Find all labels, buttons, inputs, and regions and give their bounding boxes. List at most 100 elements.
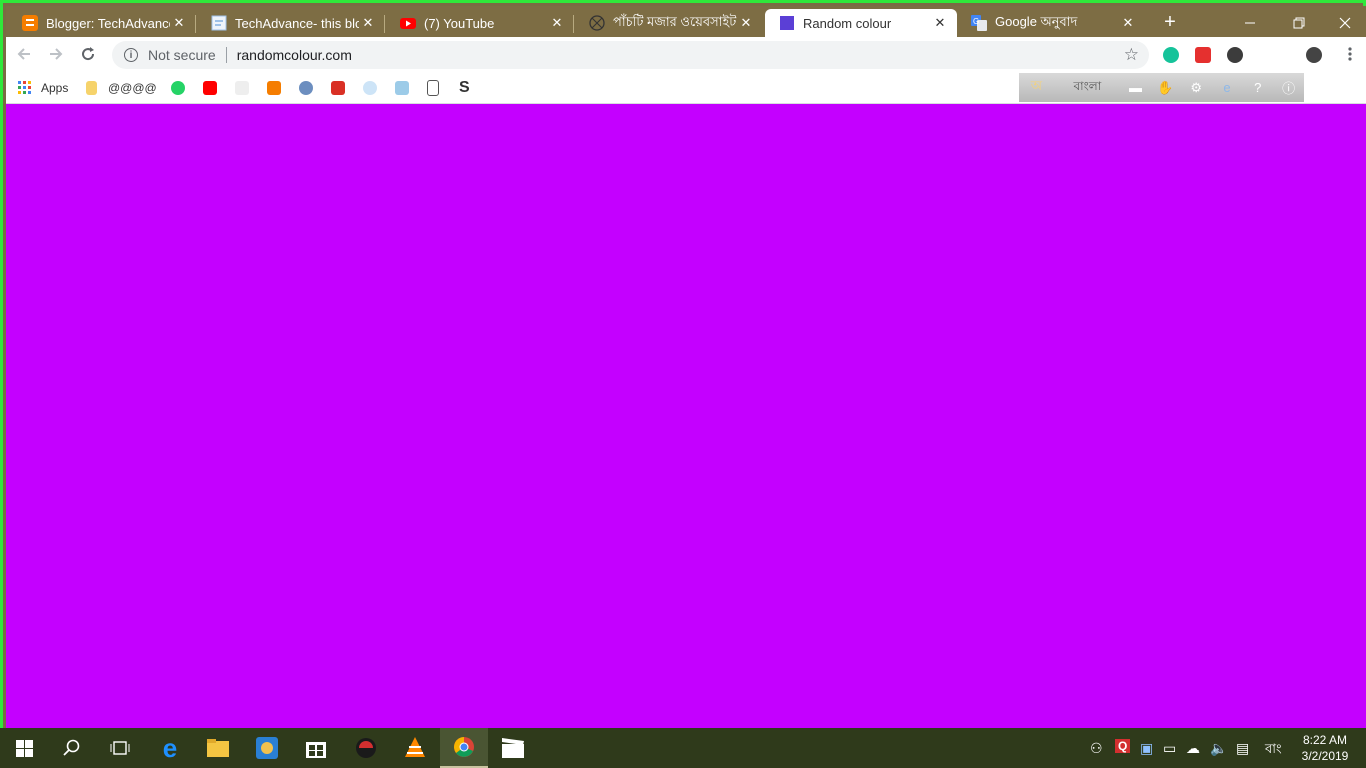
close-icon[interactable]: ✕: [739, 16, 753, 30]
close-icon[interactable]: ✕: [550, 16, 564, 30]
game-app-icon[interactable]: [342, 728, 390, 768]
tab-title: Google অনুবাদ: [995, 13, 1078, 29]
url-text[interactable]: randomcolour.com: [237, 47, 352, 63]
notifications-icon[interactable]: ▤: [1236, 740, 1249, 757]
tray-app-icon[interactable]: ▣: [1140, 740, 1153, 757]
onedrive-icon[interactable]: ☁: [1186, 740, 1200, 757]
tab-separator: [573, 15, 574, 33]
store-icon[interactable]: [292, 728, 340, 768]
tab-strip: Blogger: TechAdvance- ✕ TechAdvance- thi…: [6, 6, 1366, 37]
ie-icon[interactable]: e: [1212, 80, 1243, 95]
q-app-icon[interactable]: Q: [1115, 739, 1131, 753]
menu-icon[interactable]: [1340, 45, 1360, 65]
bookmark-acrobat[interactable]: [331, 80, 345, 96]
task-view-icon[interactable]: [96, 728, 144, 768]
bookmark-circle[interactable]: [363, 80, 377, 96]
tab-websites[interactable]: পাঁচটি মজার ওয়েবসাইট ✕: [575, 9, 763, 37]
browser-window: Blogger: TechAdvance- ✕ TechAdvance- thi…: [0, 0, 1366, 728]
bookmark-sst[interactable]: [235, 80, 249, 96]
tab-blogger[interactable]: Blogger: TechAdvance- ✕: [8, 9, 196, 37]
avatar[interactable]: [1306, 47, 1322, 63]
bangla-keyboard-toolbar: অ বাংলা ▬ ✋ ⚙ e ? ⓘ: [1019, 73, 1304, 102]
tab-separator: [384, 15, 385, 33]
bookmark-blogger[interactable]: [267, 80, 281, 96]
tab-separator: [195, 15, 196, 33]
close-icon[interactable]: ✕: [1121, 16, 1135, 30]
back-button[interactable]: [14, 45, 34, 65]
tab-google-translate[interactable]: G Google অনুবাদ ✕: [957, 9, 1145, 37]
close-icon[interactable]: ✕: [933, 16, 947, 30]
browser-toolbar: i Not secure randomcolour.com ☆: [6, 37, 1366, 73]
site-icon: [299, 81, 313, 95]
bookmark-folder[interactable]: @@@@: [86, 80, 157, 96]
hand-icon[interactable]: ✋: [1150, 80, 1181, 96]
blogger-icon: [267, 81, 281, 95]
bookmark-page[interactable]: [427, 80, 439, 96]
tab-title: TechAdvance- this blog: [235, 15, 359, 31]
bangla-label[interactable]: বাংলা: [1054, 78, 1121, 98]
omnibox-divider: [225, 47, 227, 63]
vlc-icon[interactable]: [391, 728, 439, 768]
tab-techadvance[interactable]: TechAdvance- this blog ✕: [197, 9, 385, 37]
globe-icon: [589, 15, 605, 31]
edge-icon[interactable]: e: [146, 728, 194, 768]
network-icon[interactable]: ⚇: [1090, 740, 1103, 757]
restore-button[interactable]: [1276, 9, 1322, 37]
bookmark-youtube[interactable]: [203, 80, 217, 96]
extension-icon[interactable]: [1195, 47, 1211, 63]
bookmark-star-icon[interactable]: ☆: [1124, 45, 1139, 65]
grammarly-icon[interactable]: [1163, 47, 1179, 63]
apps-label: Apps: [41, 81, 69, 95]
tab-title: পাঁচটি মজার ওয়েবসাইট: [613, 13, 737, 29]
youtube-icon: [400, 15, 416, 31]
keyboard-icon[interactable]: ▬: [1121, 80, 1150, 95]
bookmark-whatsapp[interactable]: [171, 80, 185, 96]
tab-random-colour[interactable]: Random colour ✕: [765, 9, 957, 37]
reload-button[interactable]: [78, 45, 98, 65]
circle-icon: [363, 81, 377, 95]
tab-title: Random colour: [803, 15, 892, 31]
security-label[interactable]: Not secure: [148, 47, 216, 63]
search-icon[interactable]: [48, 728, 96, 768]
sst-icon: [235, 81, 249, 95]
whatsapp-icon: [171, 81, 185, 95]
page-icon: [211, 15, 227, 31]
chrome-icon[interactable]: [440, 728, 488, 768]
blogger-icon: [22, 15, 38, 31]
k-extension-icon[interactable]: [1227, 47, 1243, 63]
bookmark-shapes[interactable]: [395, 80, 409, 96]
bangla-letter-icon[interactable]: অ: [1019, 77, 1054, 98]
new-tab-button[interactable]: +: [1162, 12, 1178, 32]
tab-youtube[interactable]: (7) YouTube ✕: [386, 9, 574, 37]
video-editor-icon[interactable]: [489, 728, 537, 768]
volume-icon[interactable]: 🔈: [1210, 740, 1227, 757]
clock-time: 8:22 AM: [1302, 733, 1348, 747]
gear-icon[interactable]: ⚙: [1181, 80, 1212, 96]
bookmark-s[interactable]: S: [459, 79, 470, 96]
translate-icon: G: [971, 15, 987, 31]
apps-button[interactable]: Apps: [18, 80, 68, 96]
display-icon[interactable]: ▭: [1163, 740, 1176, 757]
square-icon: [779, 15, 795, 31]
start-button[interactable]: [0, 728, 48, 768]
close-icon[interactable]: ✕: [172, 16, 186, 30]
tab-title: Blogger: TechAdvance-: [46, 15, 170, 31]
tab-title: (7) YouTube: [424, 15, 495, 31]
bookmark-site[interactable]: [299, 80, 313, 96]
s-icon: S: [459, 79, 470, 96]
minimize-button[interactable]: [1227, 9, 1273, 37]
close-window-button[interactable]: [1322, 9, 1366, 37]
folder-label: @@@@: [108, 81, 157, 95]
close-icon[interactable]: ✕: [361, 16, 375, 30]
system-clock[interactable]: 8:22 AM 3/2/2019: [1290, 732, 1360, 764]
file-explorer-icon[interactable]: [194, 728, 242, 768]
language-indicator[interactable]: বাং: [1265, 740, 1282, 761]
info-icon[interactable]: i: [124, 48, 138, 62]
photo-app-icon[interactable]: [243, 728, 291, 768]
help-icon[interactable]: ?: [1242, 80, 1273, 95]
forward-button[interactable]: [46, 45, 66, 65]
shapes-icon: [395, 81, 409, 95]
address-bar[interactable]: i Not secure randomcolour.com ☆: [112, 41, 1149, 69]
info-icon[interactable]: ⓘ: [1273, 78, 1304, 97]
page-content-random-colour: [6, 104, 1366, 728]
